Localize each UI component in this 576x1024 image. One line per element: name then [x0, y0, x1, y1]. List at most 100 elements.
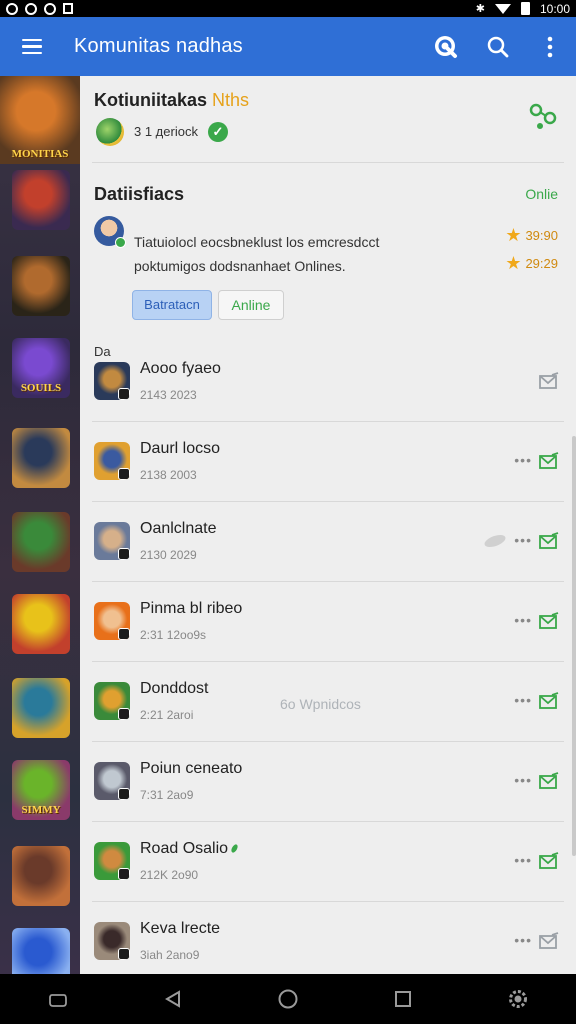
rail-game-icon[interactable]: [12, 594, 70, 654]
chat-time: 2:31 12oo9s: [140, 628, 207, 642]
chat-row[interactable]: Daurl locso 2138 2003 •••: [80, 422, 576, 502]
settings-icon[interactable]: [498, 979, 538, 1019]
chat-name: Donddost: [140, 680, 209, 698]
chat-row[interactable]: Road Osalio 212K 2o90 •••: [80, 822, 576, 902]
rail-game-caption: SIMMY: [21, 804, 61, 816]
chat-avatar: [94, 442, 130, 480]
message-icon: [63, 3, 73, 14]
featured-title: Datiisfiacs: [94, 184, 185, 204]
battery-icon: [520, 2, 530, 15]
star-icon: ★: [505, 253, 522, 273]
chat-row[interactable]: Poiun ceneato 7:31 2ao9 •••: [80, 742, 576, 822]
share-icon[interactable]: [528, 102, 558, 137]
rail-game-icon[interactable]: SIMMY: [12, 760, 70, 820]
rating-value: 39:90: [525, 227, 558, 243]
chat-avatar: [94, 922, 130, 960]
chat-avatar: [94, 602, 130, 640]
rail-game-caption: MONITIAS: [11, 148, 69, 160]
main-content: Kotiuniitakas Nths 3 1 дeriock ✓ Datiisf…: [80, 76, 576, 974]
status-time: 10:00: [539, 1, 570, 16]
chat-name-text: Poiun ceneato: [140, 760, 243, 777]
game-badge-icon: [118, 868, 130, 880]
rail-game-icon[interactable]: [12, 678, 70, 738]
chat-name: Daurl locso: [140, 440, 220, 458]
notification-icon: [25, 2, 37, 15]
search-icon[interactable]: [472, 17, 524, 76]
game-badge-icon: [118, 388, 130, 400]
overview-icon[interactable]: [383, 979, 423, 1019]
game-badge-icon: [118, 628, 130, 640]
home-icon[interactable]: [268, 979, 308, 1019]
chat-row[interactable]: Aooo fyaeo 2143 2023: [80, 342, 576, 422]
mail-icon[interactable]: [538, 612, 560, 635]
featured-avatar: [94, 216, 126, 248]
chat-name-text: Pinma bl ribeo: [140, 600, 243, 617]
rail-game-icon[interactable]: [12, 928, 70, 974]
status-bar: ✱ 10:00: [0, 0, 576, 17]
game-rail: MONITIAS SOUILS SIMMY: [0, 76, 80, 974]
rail-game-icon[interactable]: MONITIAS: [0, 76, 80, 164]
more-horiz-icon[interactable]: •••: [514, 932, 532, 948]
back-icon[interactable]: [153, 979, 193, 1019]
more-horiz-icon[interactable]: •••: [514, 852, 532, 868]
notification-icon: [44, 2, 56, 15]
featured-rating-2: ★ 29:29: [505, 254, 558, 272]
chat-name-text: Road Osalio: [140, 840, 229, 857]
rail-game-icon[interactable]: [12, 512, 70, 572]
chat-name-text: Oanlclnate: [140, 520, 217, 537]
mail-icon[interactable]: [538, 772, 560, 795]
rail-game-icon[interactable]: [12, 170, 70, 230]
game-badge-icon: [118, 788, 130, 800]
chat-time: 3iah 2ano9: [140, 948, 200, 962]
community-title: Kotiuniitakas Nths: [94, 90, 249, 111]
more-horiz-icon[interactable]: •••: [514, 692, 532, 708]
online-indicator-icon: [230, 843, 239, 854]
chat-avatar: [94, 362, 130, 400]
chat-row[interactable]: Keva lrecte 3iah 2ano9 •••: [80, 902, 576, 974]
more-horiz-icon[interactable]: •••: [514, 452, 532, 468]
bluetooth-icon: ✱: [475, 3, 485, 15]
featured-line-2: poktumigos dodsnanhaet Onlines.: [134, 258, 346, 274]
mail-icon[interactable]: [538, 692, 560, 715]
rail-game-icon[interactable]: [12, 846, 70, 906]
chat-avatar: [94, 522, 130, 560]
chat-avatar: [94, 842, 130, 880]
chat-row[interactable]: Pinma bl ribeo 2:31 12oo9s •••: [80, 582, 576, 662]
more-horiz-icon[interactable]: •••: [514, 532, 532, 548]
rail-game-caption: SOUILS: [20, 382, 62, 394]
more-horiz-icon[interactable]: •••: [514, 612, 532, 628]
primary-action-button[interactable]: Batratacn: [132, 290, 212, 320]
community-subtitle: 3 1 дeriock: [134, 124, 198, 139]
featured-rating-1: ★ 39:90: [505, 226, 558, 244]
scrollbar[interactable]: [572, 436, 576, 856]
divider: [92, 162, 564, 163]
rail-game-icon[interactable]: SOUILS: [12, 338, 70, 398]
mail-icon[interactable]: [538, 852, 560, 875]
chat-avatar: [94, 762, 130, 800]
chat-avatar: [94, 682, 130, 720]
community-header-card[interactable]: Kotiuniitakas Nths 3 1 дeriock ✓: [80, 76, 576, 162]
chat-name: Pinma bl ribeo: [140, 600, 242, 618]
chat-time: 2130 2029: [140, 548, 197, 562]
app-logo-search-icon[interactable]: [420, 17, 472, 76]
mail-icon[interactable]: [538, 532, 560, 555]
game-icon: [96, 118, 124, 146]
recents-shape-icon[interactable]: [38, 979, 78, 1019]
game-badge-icon: [118, 468, 130, 480]
chat-name: Aooo fyaeo: [140, 360, 221, 378]
more-vert-icon[interactable]: [524, 17, 576, 76]
menu-icon[interactable]: [0, 17, 64, 76]
community-title-text: Kotiuniitakas: [94, 90, 208, 110]
rail-game-icon[interactable]: [12, 256, 70, 316]
rail-game-icon[interactable]: [12, 428, 70, 488]
game-badge-icon: [118, 548, 130, 560]
mail-icon[interactable]: [538, 932, 560, 955]
verified-icon: ✓: [208, 122, 228, 142]
chat-name: Poiun ceneato: [140, 760, 242, 778]
featured-line-1: Tiatuiolocl eocsbneklust los emcresdcct: [134, 234, 380, 250]
mail-icon[interactable]: [538, 372, 560, 395]
mail-icon[interactable]: [538, 452, 560, 475]
watermark: 6o Wpnidcos: [280, 696, 361, 712]
online-button[interactable]: Anline: [218, 290, 284, 320]
more-horiz-icon[interactable]: •••: [514, 772, 532, 788]
